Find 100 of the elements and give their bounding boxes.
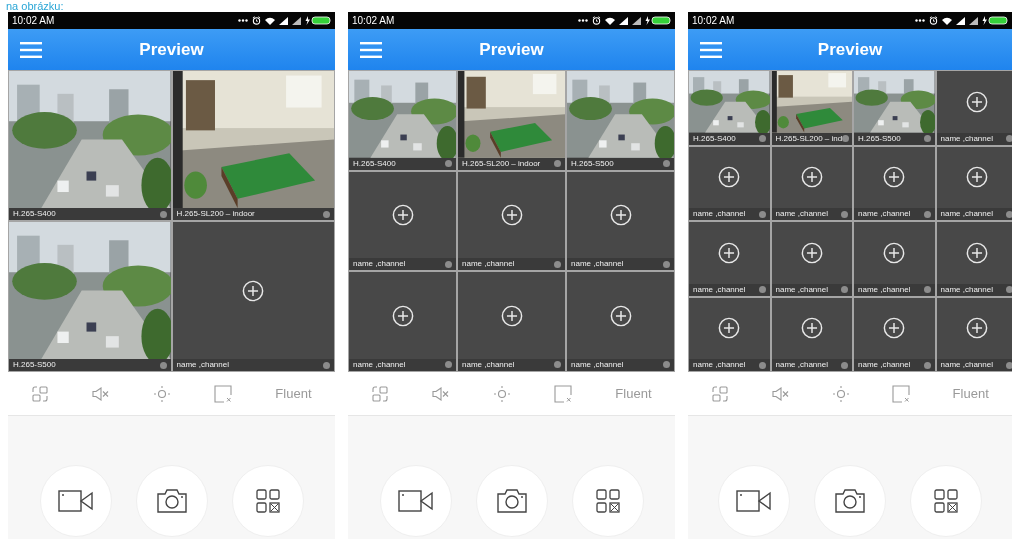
video-tile[interactable]: H.265-SL200 – ind: [771, 71, 852, 145]
video-tile[interactable]: name ,channel: [854, 146, 935, 220]
status-dot: [842, 135, 850, 142]
channel-name: H.265-S400: [353, 158, 396, 169]
add-icon[interactable]: [965, 317, 988, 340]
menu-icon[interactable]: [700, 42, 722, 58]
add-icon[interactable]: [800, 166, 823, 189]
status-dot: [445, 160, 452, 168]
status-dot: [663, 361, 670, 369]
add-icon[interactable]: [718, 241, 741, 264]
video-tile[interactable]: name ,channel: [567, 171, 674, 271]
alarm-icon: [252, 16, 261, 25]
add-icon[interactable]: [883, 317, 906, 340]
menu-icon[interactable]: [20, 42, 42, 58]
channel-name: H.265-S500: [13, 360, 56, 370]
battery-icon: [305, 16, 331, 25]
video-tile[interactable]: name ,channel: [771, 297, 852, 371]
switch-screen-icon[interactable]: [371, 384, 390, 403]
video-tile[interactable]: H.265-SL200 – indoor: [458, 71, 565, 170]
video-tile[interactable]: name ,channel: [936, 146, 1012, 220]
mute-icon[interactable]: [432, 386, 451, 401]
channel-name: name ,channel: [571, 259, 624, 270]
status-dot: [554, 260, 561, 268]
video-tile[interactable]: H.265-S400: [689, 71, 770, 145]
video-tile[interactable]: name ,channel: [936, 71, 1012, 145]
status-dot: [554, 361, 561, 369]
wifi-icon: [605, 16, 615, 25]
grid-icon: [595, 489, 620, 513]
status-dot: [323, 210, 330, 218]
video-tile[interactable]: name ,channel: [458, 272, 565, 371]
brightness-icon[interactable]: [493, 384, 512, 403]
video-tile[interactable]: name ,channel: [458, 171, 565, 271]
status-dot: [758, 286, 766, 293]
video-tile[interactable]: H.265-S500: [854, 71, 935, 145]
video-tile[interactable]: name ,channel: [936, 297, 1012, 371]
add-icon[interactable]: [391, 304, 414, 327]
channel-name: H.265-SL200 – indoor: [176, 209, 255, 219]
mute-icon[interactable]: [771, 386, 790, 401]
add-icon[interactable]: [391, 204, 414, 226]
status-dot: [923, 286, 931, 293]
channel-name: H.265-S400: [13, 209, 56, 219]
channel-name: name ,channel: [693, 209, 746, 219]
channel-name: name ,channel: [176, 360, 229, 370]
status-dot: [923, 210, 931, 218]
video-tile[interactable]: name ,channel: [854, 297, 935, 371]
channel-name: name ,channel: [940, 133, 993, 144]
video-tile[interactable]: H.265-S500: [9, 222, 171, 371]
menu-icon[interactable]: [360, 42, 382, 58]
status-dot: [159, 210, 167, 218]
video-camera-icon: [397, 490, 434, 512]
video-tile[interactable]: name ,channel: [854, 222, 935, 296]
channel-name: name ,channel: [858, 360, 911, 370]
switch-screen-icon[interactable]: [711, 384, 730, 403]
add-icon[interactable]: [609, 304, 632, 327]
status-dot: [923, 361, 931, 369]
status-dot: [1006, 210, 1012, 218]
channel-name: name ,channel: [693, 360, 746, 370]
channel-name: name ,channel: [462, 259, 515, 270]
add-icon[interactable]: [718, 166, 741, 189]
add-icon[interactable]: [965, 90, 988, 113]
video-tile[interactable]: name ,channel: [936, 222, 1012, 296]
add-icon[interactable]: [883, 166, 906, 189]
video-tile[interactable]: name ,channel: [689, 146, 770, 220]
video-tile[interactable]: name ,channel: [567, 272, 674, 371]
brightness-icon[interactable]: [831, 384, 850, 403]
add-icon[interactable]: [965, 166, 988, 189]
status-dot: [663, 260, 670, 268]
page-title: Preview: [479, 39, 544, 60]
video-tile[interactable]: H.265-SL200 – indoor: [172, 71, 334, 220]
add-icon[interactable]: [500, 204, 523, 226]
add-icon[interactable]: [883, 241, 906, 264]
video-tile[interactable]: name ,channel: [689, 297, 770, 371]
channel-name: name ,channel: [940, 284, 993, 295]
video-tile[interactable]: H.265-S400: [9, 71, 171, 220]
video-tile[interactable]: H.265-S500: [567, 71, 674, 170]
status-time: 10:02 AM: [692, 15, 735, 26]
video-tile[interactable]: name ,channel: [349, 171, 456, 271]
add-icon[interactable]: [609, 204, 632, 226]
add-icon[interactable]: [800, 317, 823, 340]
add-icon[interactable]: [500, 304, 523, 327]
video-tile[interactable]: name ,channel: [172, 222, 334, 371]
video-tile[interactable]: name ,channel: [771, 222, 852, 296]
status-dot: [554, 160, 561, 168]
add-icon[interactable]: [965, 241, 988, 264]
video-tile[interactable]: name ,channel: [349, 272, 456, 371]
channel-name: name ,channel: [693, 284, 746, 295]
channel-name: name ,channel: [462, 360, 515, 370]
video-tile[interactable]: H.265-S400: [349, 71, 456, 170]
channel-name: name ,channel: [775, 284, 828, 295]
channel-name: H.265-S400: [693, 133, 736, 144]
switch-screen-icon[interactable]: [31, 384, 50, 403]
brightness-icon[interactable]: [153, 384, 172, 403]
mute-icon[interactable]: [92, 386, 111, 401]
add-icon[interactable]: [800, 241, 823, 264]
status-dot: [445, 361, 452, 369]
add-icon[interactable]: [718, 317, 741, 340]
video-tile[interactable]: name ,channel: [689, 222, 770, 296]
add-icon[interactable]: [242, 279, 265, 302]
video-tile[interactable]: name ,channel: [771, 146, 852, 220]
status-dot: [323, 361, 330, 369]
